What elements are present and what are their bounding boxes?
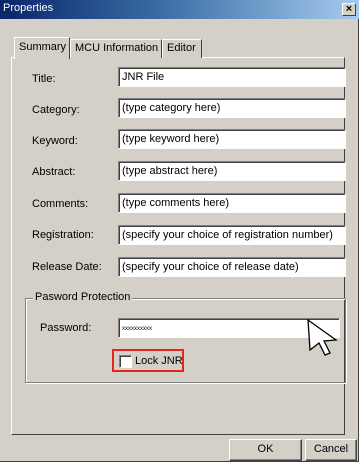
password-protection-group bbox=[25, 298, 346, 383]
password-label: Password: bbox=[40, 322, 92, 334]
tab-summary[interactable]: Summary bbox=[14, 37, 70, 59]
mouse-pointer-icon bbox=[307, 318, 338, 356]
password-protection-title: Pasword Protection bbox=[33, 291, 133, 303]
category-field[interactable]: (type category here) bbox=[118, 98, 346, 118]
keyword-field[interactable]: (type keyword here) bbox=[118, 129, 346, 149]
close-button[interactable]: × bbox=[342, 3, 356, 16]
abstract-field[interactable]: (type abstract here) bbox=[118, 161, 346, 181]
close-icon: × bbox=[345, 3, 353, 15]
release-date-field[interactable]: (specify your choice of release date) bbox=[118, 257, 346, 277]
keyword-label: Keyword: bbox=[32, 135, 78, 147]
registration-field[interactable]: (specify your choice of registration num… bbox=[118, 225, 346, 245]
properties-dialog: Properties × Summary MCU Information Edi… bbox=[0, 0, 359, 462]
abstract-label: Abstract: bbox=[32, 166, 76, 178]
ok-button[interactable]: OK bbox=[229, 439, 302, 461]
lock-jnr-label[interactable]: Lock JNR bbox=[135, 355, 183, 367]
title-label: Title: bbox=[32, 73, 56, 85]
window-title: Properties bbox=[3, 2, 54, 14]
comments-field[interactable]: (type comments here) bbox=[118, 193, 346, 213]
release-date-label: Release Date: bbox=[32, 261, 102, 273]
registration-label: Registration: bbox=[32, 229, 94, 241]
tab-editor[interactable]: Editor bbox=[162, 39, 202, 58]
title-field[interactable]: JNR File bbox=[118, 67, 346, 87]
category-label: Category: bbox=[32, 104, 80, 116]
comments-label: Comments: bbox=[32, 198, 89, 210]
title-bar[interactable]: Properties × bbox=[0, 0, 359, 19]
tab-mcu-information[interactable]: MCU Information bbox=[70, 39, 162, 58]
cancel-button[interactable]: Cancel bbox=[305, 439, 357, 461]
lock-jnr-checkbox[interactable] bbox=[119, 355, 132, 368]
